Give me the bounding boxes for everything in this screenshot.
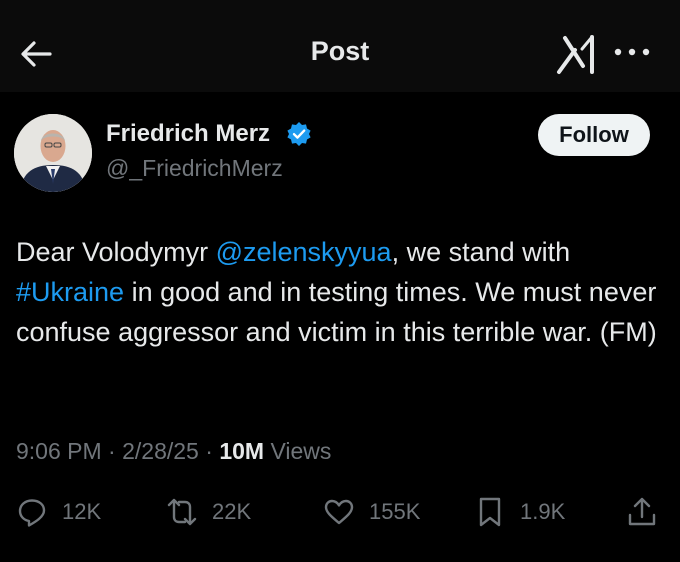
- tweet-text-part: , we stand with: [391, 237, 571, 267]
- reply-button[interactable]: 12K: [16, 496, 101, 528]
- follow-button[interactable]: Follow: [538, 114, 650, 156]
- separator: ·: [101, 438, 123, 464]
- reply-count: 12K: [62, 499, 102, 524]
- reply-icon: [18, 499, 46, 527]
- like-count: 155K: [369, 499, 421, 524]
- tweet-text: Dear Volodymyr @zelenskyyua, we stand wi…: [16, 232, 666, 352]
- heart-icon: [324, 499, 354, 525]
- post-time[interactable]: 9:06 PM: [16, 438, 102, 464]
- tweet-text-part: Dear Volodymyr: [16, 237, 216, 267]
- retweet-count: 22K: [212, 499, 252, 524]
- retweet-icon: [167, 498, 197, 526]
- post-meta: 9:06 PM · 2/28/25 · 10M Views: [16, 438, 331, 465]
- like-button[interactable]: 155K: [323, 496, 420, 528]
- display-name[interactable]: Friedrich Merz: [106, 120, 270, 148]
- avatar[interactable]: [14, 114, 92, 192]
- mention-link[interactable]: @zelenskyyua: [216, 237, 392, 267]
- bookmark-icon: [479, 497, 501, 527]
- share-icon: [628, 497, 656, 526]
- share-button[interactable]: [626, 496, 658, 528]
- bookmark-button[interactable]: 1.9K: [474, 496, 565, 528]
- views-count[interactable]: 10M: [219, 438, 264, 464]
- hashtag-link[interactable]: #Ukraine: [16, 277, 124, 307]
- handle[interactable]: @_FriedrichMerz: [106, 155, 283, 182]
- verified-badge-icon[interactable]: [286, 121, 312, 147]
- post-date[interactable]: 2/28/25: [122, 438, 199, 464]
- top-bar: Post: [0, 0, 680, 92]
- grok-icon[interactable]: [555, 32, 599, 76]
- views-label: Views: [264, 438, 332, 464]
- separator: ·: [198, 438, 220, 464]
- bookmark-count: 1.9K: [520, 499, 566, 524]
- more-icon[interactable]: [612, 42, 652, 62]
- retweet-button[interactable]: 22K: [166, 496, 251, 528]
